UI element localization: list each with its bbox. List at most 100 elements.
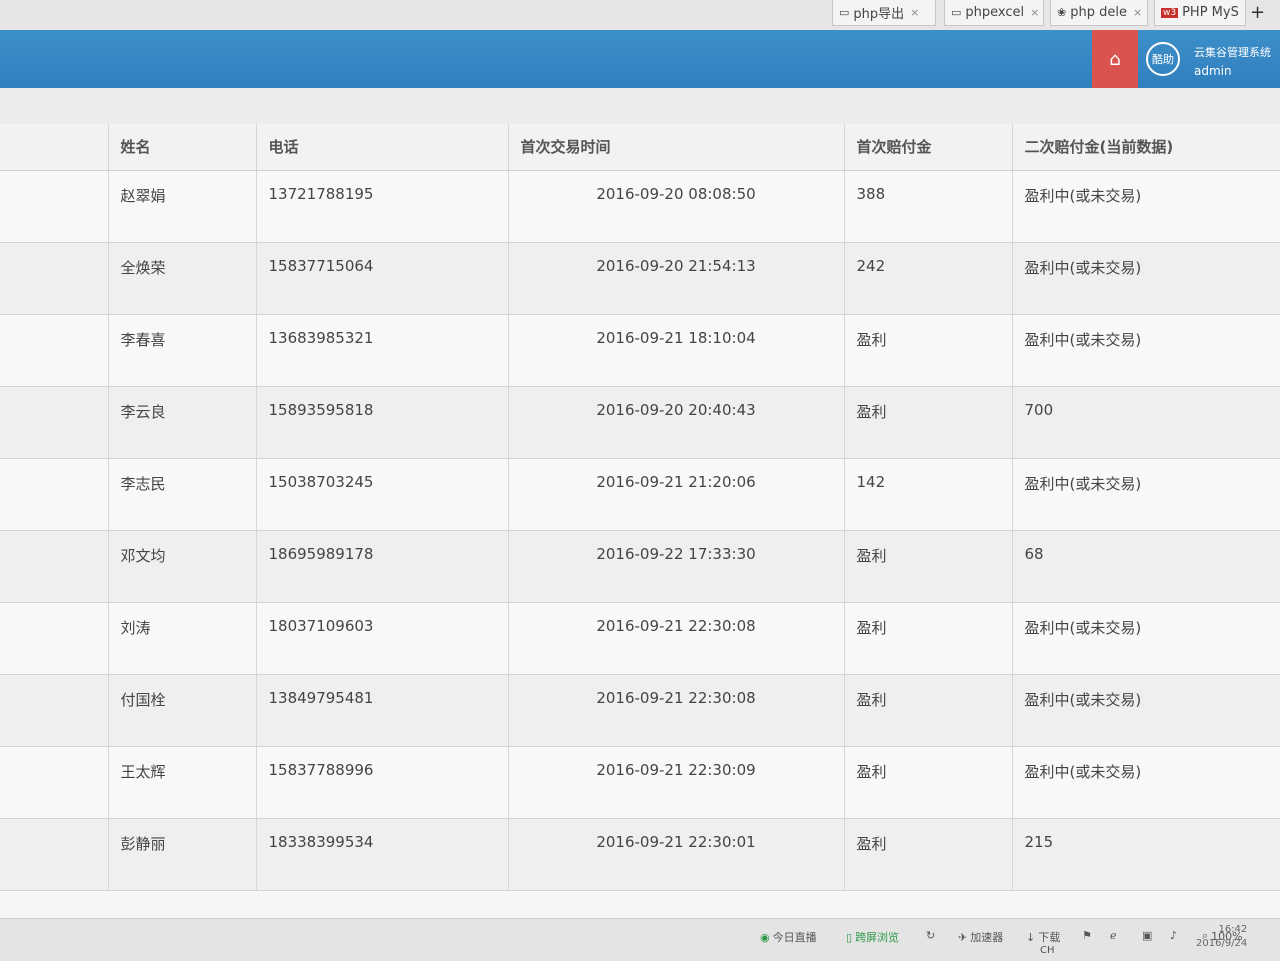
cell-name: 李春喜 bbox=[108, 314, 257, 387]
cross-screen-button[interactable]: ▯ 跨屏浏览 bbox=[846, 929, 899, 945]
cell-name: 李志民 bbox=[108, 458, 257, 531]
row-gutter bbox=[0, 314, 109, 387]
cell-phone: 18695989178 bbox=[256, 530, 509, 603]
table-row: 彭静丽 18338399534 2016-09-21 22:30:01 盈利 215 bbox=[0, 818, 1280, 891]
ie-icon[interactable]: ℯ bbox=[1110, 929, 1117, 942]
accelerator-button[interactable]: ✈ 加速器 bbox=[958, 929, 1003, 945]
close-icon[interactable]: × bbox=[1245, 6, 1246, 19]
ime-indicator[interactable]: CH bbox=[1040, 945, 1055, 956]
play-icon: ◉ bbox=[760, 930, 770, 944]
cell-second-payout: 盈利中(或未交易) bbox=[1012, 602, 1280, 675]
accelerator-label: 加速器 bbox=[970, 931, 1004, 944]
column-header-name: 姓名 bbox=[108, 124, 257, 171]
table-row: 付国栓 13849795481 2016-09-21 22:30:08 盈利 盈利中(或… bbox=[0, 674, 1280, 747]
cell-phone: 13683985321 bbox=[256, 314, 509, 387]
cell-first-trade-time: 2016-09-21 18:10:04 bbox=[508, 314, 845, 387]
cell-phone: 13721788195 bbox=[256, 170, 509, 243]
cell-second-payout: 700 bbox=[1012, 386, 1280, 459]
cell-first-trade-time: 2016-09-20 08:08:50 bbox=[508, 170, 845, 243]
browser-tab[interactable]: ▭ php导出 × bbox=[832, 0, 936, 26]
cell-second-payout: 盈利中(或未交易) bbox=[1012, 170, 1280, 243]
cell-first-trade-time: 2016-09-21 21:20:06 bbox=[508, 458, 845, 531]
cell-second-payout: 盈利中(或未交易) bbox=[1012, 746, 1280, 819]
column-header-phone: 电话 bbox=[256, 124, 509, 171]
row-gutter bbox=[0, 530, 109, 603]
table-row: 王太辉 15837788996 2016-09-21 22:30:09 盈利 盈利中(或… bbox=[0, 746, 1280, 819]
row-gutter-header bbox=[0, 124, 109, 171]
table-row: 全焕荣 15837715064 2016-09-20 21:54:13 242 盈利中(… bbox=[0, 242, 1280, 315]
cell-first-trade-time: 2016-09-21 22:30:08 bbox=[508, 674, 845, 747]
w3-icon: w3 bbox=[1161, 7, 1179, 18]
data-table: 姓名 电话 首次交易时间 首次赔付金 二次赔付金(当前数据) 赵翠娟 137217… bbox=[0, 124, 1280, 891]
table-container: 姓名 电话 首次交易时间 首次赔付金 二次赔付金(当前数据) 赵翠娟 137217… bbox=[0, 124, 1280, 918]
download-icon: ↓ bbox=[1026, 930, 1036, 944]
table-row: 李云良 15893595818 2016-09-20 20:40:43 盈利 700 bbox=[0, 386, 1280, 459]
user-name[interactable]: admin bbox=[1194, 64, 1232, 78]
app-header: ⌂ 酷助 云集谷管理系统 admin bbox=[0, 30, 1280, 88]
cell-first-payout: 盈利 bbox=[844, 602, 1013, 675]
close-icon[interactable]: × bbox=[910, 6, 919, 19]
cell-first-trade-time: 2016-09-21 22:30:09 bbox=[508, 746, 845, 819]
row-gutter bbox=[0, 602, 109, 675]
system-name: 云集谷管理系统 bbox=[1194, 46, 1271, 59]
browser-tab[interactable]: w3 PHP MyS × bbox=[1154, 0, 1246, 26]
cell-name: 全焕荣 bbox=[108, 242, 257, 315]
row-gutter bbox=[0, 242, 109, 315]
row-gutter bbox=[0, 746, 109, 819]
cell-name: 赵翠娟 bbox=[108, 170, 257, 243]
cell-name: 付国栓 bbox=[108, 674, 257, 747]
cell-second-payout: 盈利中(或未交易) bbox=[1012, 314, 1280, 387]
screenshot-icon[interactable]: ▣ bbox=[1142, 929, 1152, 942]
table-row: 李志民 15038703245 2016-09-21 21:20:06 142 盈利中(… bbox=[0, 458, 1280, 531]
close-icon[interactable]: × bbox=[1133, 6, 1142, 19]
cell-phone: 13849795481 bbox=[256, 674, 509, 747]
row-gutter bbox=[0, 458, 109, 531]
cell-phone: 15837715064 bbox=[256, 242, 509, 315]
download-label: 下载 bbox=[1038, 931, 1061, 944]
browser-tab-title: phpexcel bbox=[965, 5, 1025, 20]
cell-second-payout: 盈利中(或未交易) bbox=[1012, 458, 1280, 531]
cell-name: 刘涛 bbox=[108, 602, 257, 675]
cell-first-payout: 盈利 bbox=[844, 530, 1013, 603]
cell-first-payout: 盈利 bbox=[844, 386, 1013, 459]
cell-first-trade-time: 2016-09-20 20:40:43 bbox=[508, 386, 845, 459]
clock-date: 2016/9/24 bbox=[1196, 938, 1248, 949]
cell-name: 彭静丽 bbox=[108, 818, 257, 891]
cell-first-payout: 142 bbox=[844, 458, 1013, 531]
browser-tab[interactable]: ❀ php dele × bbox=[1050, 0, 1148, 26]
column-header-second-payout: 二次赔付金(当前数据) bbox=[1012, 124, 1280, 171]
row-gutter bbox=[0, 818, 109, 891]
close-icon[interactable]: × bbox=[1030, 6, 1039, 19]
cell-phone: 15893595818 bbox=[256, 386, 509, 459]
rocket-icon: ✈ bbox=[958, 930, 968, 944]
cross-screen-label: 跨屏浏览 bbox=[855, 931, 900, 944]
table-row: 刘涛 18037109603 2016-09-21 22:30:08 盈利 盈利中(或未… bbox=[0, 602, 1280, 675]
browser-tab[interactable]: ▭ phpexcel × bbox=[944, 0, 1044, 26]
cell-first-payout: 388 bbox=[844, 170, 1013, 243]
new-tab-button[interactable]: + bbox=[1250, 2, 1265, 23]
table-row: 邓文均 18695989178 2016-09-22 17:33:30 盈利 68 bbox=[0, 530, 1280, 603]
browser-tab-title: php导出 bbox=[853, 7, 905, 22]
download-button[interactable]: ↓ 下载 bbox=[1026, 929, 1060, 945]
sound-icon[interactable]: ♪ bbox=[1170, 929, 1177, 942]
live-button[interactable]: ◉ 今日直播 bbox=[760, 929, 817, 945]
row-gutter bbox=[0, 674, 109, 747]
page-icon: ▭ bbox=[951, 6, 962, 19]
cell-first-payout: 盈利 bbox=[844, 314, 1013, 387]
clock-time: 16:42 bbox=[1218, 924, 1248, 935]
page-icon: ▭ bbox=[839, 6, 850, 19]
cell-second-payout: 盈利中(或未交易) bbox=[1012, 674, 1280, 747]
table-header-row: 姓名 电话 首次交易时间 首次赔付金 二次赔付金(当前数据) bbox=[0, 124, 1280, 171]
cell-second-payout: 215 bbox=[1012, 818, 1280, 891]
cell-first-trade-time: 2016-09-22 17:33:30 bbox=[508, 530, 845, 603]
column-header-first-payout: 首次赔付金 bbox=[844, 124, 1013, 171]
home-button[interactable]: ⌂ bbox=[1092, 30, 1138, 88]
browser-tab-strip: ▭ php导出 × ▭ phpexcel × ❀ php dele × w3 P… bbox=[0, 0, 1280, 30]
row-gutter bbox=[0, 170, 109, 243]
browser-tab-title: PHP MyS bbox=[1182, 5, 1239, 20]
flag-icon[interactable]: ⚑ bbox=[1082, 929, 1092, 942]
cell-phone: 18338399534 bbox=[256, 818, 509, 891]
avatar[interactable]: 酷助 bbox=[1146, 42, 1180, 76]
cell-first-trade-time: 2016-09-21 22:30:01 bbox=[508, 818, 845, 891]
refresh-icon[interactable]: ↻ bbox=[926, 929, 935, 942]
